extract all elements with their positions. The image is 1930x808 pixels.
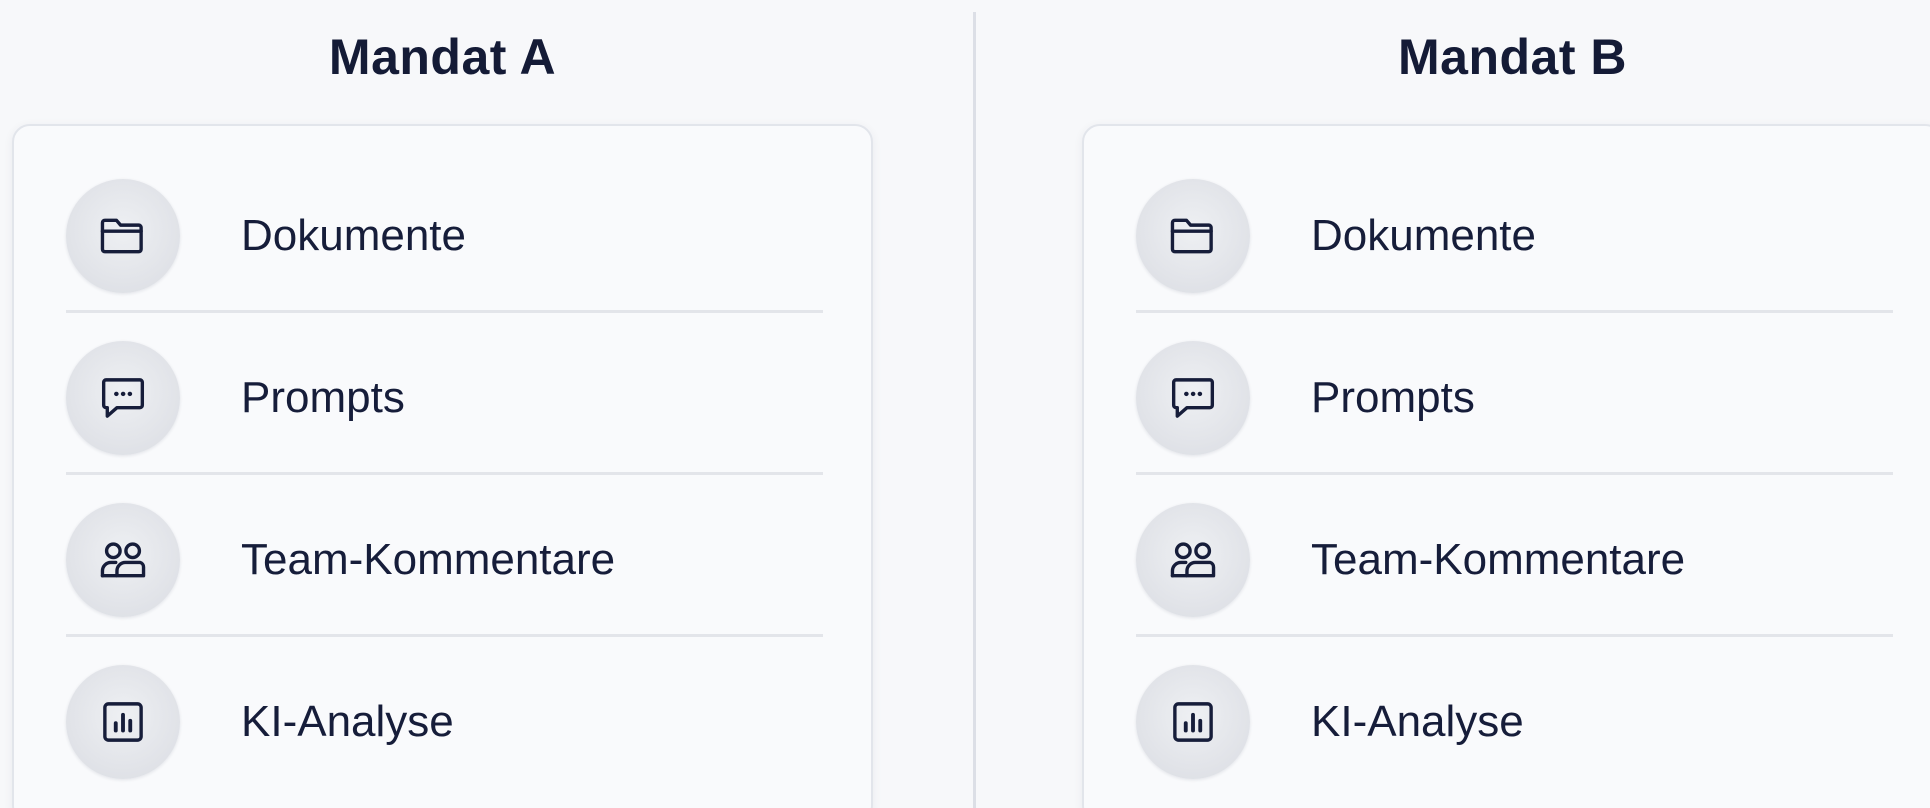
column-title: Mandat A [328,29,557,85]
menu-item-label: Prompts [1311,373,1475,422]
menu-item-label: Team-Kommentare [241,535,616,584]
menu-item-label: KI-Analyse [241,697,454,746]
menu-item-prompts[interactable]: Prompts [66,318,823,480]
users-icon [66,503,180,617]
menu-item-team-kommentare[interactable]: Team-Kommentare [66,480,823,642]
column-title: Mandat B [1398,29,1627,85]
mandate-card: Dokumente Prompts Team-Kommentare KI-Ana… [1082,124,1930,808]
divider [1136,310,1893,313]
mandate-comparison: Mandat A Dokumente Prompts Team-Kommenta… [0,0,1930,808]
divider [1136,634,1893,637]
folder-icon [66,179,180,293]
menu-item-label: Dokumente [241,211,467,260]
menu-item-ki-analyse[interactable]: KI-Analyse [66,642,823,804]
menu-item-dokumente[interactable]: Dokumente [66,156,823,318]
chart-icon [66,665,180,779]
menu-item-team-kommentare[interactable]: Team-Kommentare [1136,480,1893,642]
users-icon [1136,503,1250,617]
divider [66,634,823,637]
chat-bubble-icon [66,341,180,455]
divider [1136,472,1893,475]
column-divider [973,12,976,808]
menu-item-label: Prompts [241,373,405,422]
chart-icon [1136,665,1250,779]
divider [66,472,823,475]
divider [66,310,823,313]
menu-item-label: Dokumente [1311,211,1537,260]
mandate-card: Dokumente Prompts Team-Kommentare KI-Ana… [12,124,873,808]
menu-item-prompts[interactable]: Prompts [1136,318,1893,480]
menu-item-dokumente[interactable]: Dokumente [1136,156,1893,318]
menu-item-label: Team-Kommentare [1311,535,1686,584]
chat-bubble-icon [1136,341,1250,455]
menu-item-ki-analyse[interactable]: KI-Analyse [1136,642,1893,804]
menu-item-label: KI-Analyse [1311,697,1524,746]
folder-icon [1136,179,1250,293]
